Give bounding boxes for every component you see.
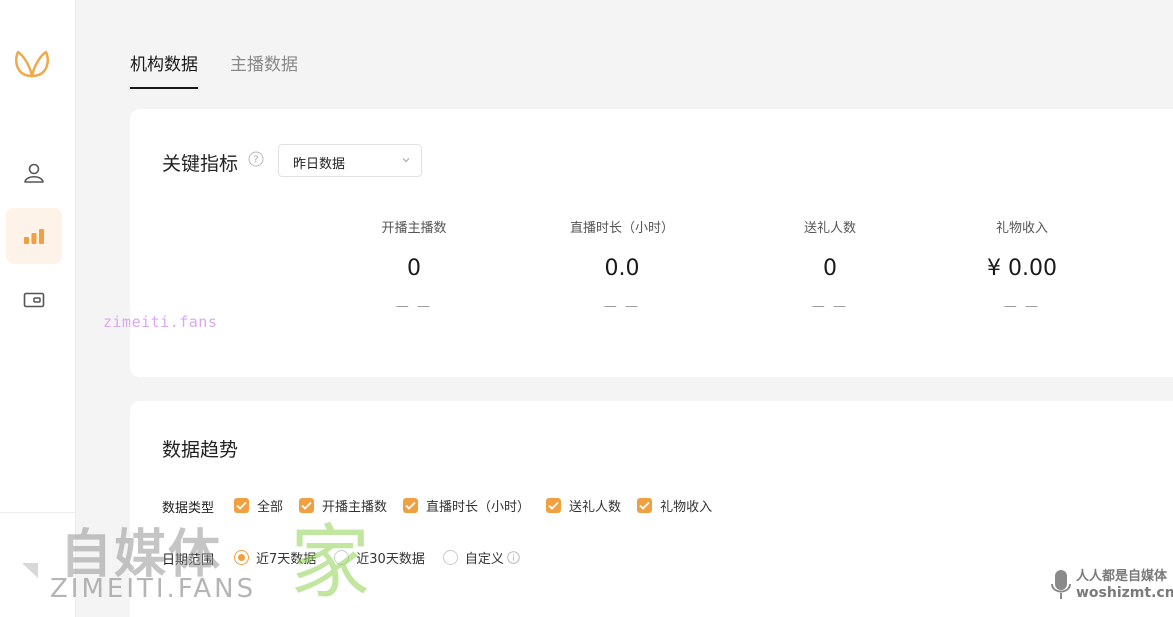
metric-live-hours: 直播时长（小时） 0.0 — — <box>542 217 702 314</box>
brand-logo <box>15 50 49 78</box>
watermark-text: zimeiti.fans <box>103 313 218 331</box>
checkbox-all[interactable]: 全部 <box>234 496 283 515</box>
info-icon[interactable] <box>507 551 520 564</box>
nav-users[interactable] <box>6 145 62 201</box>
metric-value: ¥ 0.00 <box>987 256 1057 281</box>
checkbox-checked-icon <box>403 498 419 513</box>
checkbox-label: 礼物收入 <box>660 500 713 515</box>
microphone-icon <box>1051 570 1071 599</box>
watermark-en: ZIMEITI.FANS <box>50 574 257 604</box>
checkbox-gift-income[interactable]: 礼物收入 <box>637 496 712 515</box>
metric-gift-income: 礼物收入 ¥ 0.00 — — <box>942 217 1102 314</box>
checkbox-gift-senders[interactable]: 送礼人数 <box>546 496 621 515</box>
metric-delta: — — <box>603 299 641 314</box>
chevron-down-icon <box>402 158 410 163</box>
svg-text:?: ? <box>253 155 258 166</box>
metric-value: 0.0 <box>604 256 640 281</box>
key-metrics-title: 关键指标 <box>162 153 239 175</box>
data-trend-title: 数据趋势 <box>162 439 239 461</box>
checkbox-label: 全部 <box>257 500 284 515</box>
tab-agency-data[interactable]: 机构数据 <box>130 50 198 89</box>
checkbox-label: 直播时长（小时） <box>426 500 531 515</box>
checkbox-checked-icon <box>546 498 562 513</box>
metric-delta: — — <box>1003 299 1041 314</box>
tab-bar: 机构数据 主播数据 <box>130 50 298 89</box>
user-icon <box>24 163 44 183</box>
metric-label: 开播主播数 <box>381 221 447 236</box>
nav-wallet[interactable] <box>6 272 62 328</box>
period-select-value: 昨日数据 <box>293 157 346 172</box>
tab-anchor-data[interactable]: 主播数据 <box>230 50 298 89</box>
metric-label: 直播时长（小时） <box>569 221 674 236</box>
nav-data[interactable] <box>6 208 62 264</box>
watermark-corner-cn: 人人都是自媒体 <box>1076 569 1168 584</box>
key-metrics-card: 关键指标 ? 昨日数据 开播主播数 0 — — 直播时长（小时） 0.0 — —… <box>130 109 1173 377</box>
date-range-radios: 近7天数据 近30天数据 自定义 <box>234 548 538 567</box>
watermark-corner: 人人都是自媒体 woshizmt.cn <box>1050 568 1173 602</box>
collapse-icon[interactable] <box>20 560 40 580</box>
metric-gift-senders: 送礼人数 0 — — <box>750 217 910 314</box>
help-icon[interactable]: ? <box>248 151 264 167</box>
metric-value: 0 <box>823 256 837 281</box>
metric-value: 0 <box>407 256 421 281</box>
watermark-jia: 家 <box>290 516 370 609</box>
radio-label: 自定义 <box>464 552 504 567</box>
bar-chart-icon <box>24 229 44 244</box>
checkbox-label: 送礼人数 <box>569 500 622 515</box>
radio-unselected-icon <box>442 550 458 565</box>
wallet-icon <box>23 292 45 308</box>
radio-selected-icon <box>234 550 249 565</box>
watermark-corner-en: woshizmt.cn <box>1076 585 1173 601</box>
metric-delta: — — <box>811 299 849 314</box>
checkbox-checked-icon <box>234 498 249 513</box>
checkbox-checked-icon <box>637 498 653 513</box>
metric-live-anchors: 开播主播数 0 — — <box>334 217 494 314</box>
metric-label: 送礼人数 <box>803 221 856 236</box>
checkbox-live-hours[interactable]: 直播时长（小时） <box>403 496 530 515</box>
metric-delta: — — <box>395 299 433 314</box>
period-select[interactable]: 昨日数据 <box>278 144 422 177</box>
data-trend-card: 数据趋势 数据类型 全部 开播主播数 直播时长（小时） 送礼人数 礼物收入 日期… <box>130 401 1173 617</box>
radio-custom[interactable]: 自定义 <box>442 548 520 567</box>
metric-label: 礼物收入 <box>995 221 1048 236</box>
